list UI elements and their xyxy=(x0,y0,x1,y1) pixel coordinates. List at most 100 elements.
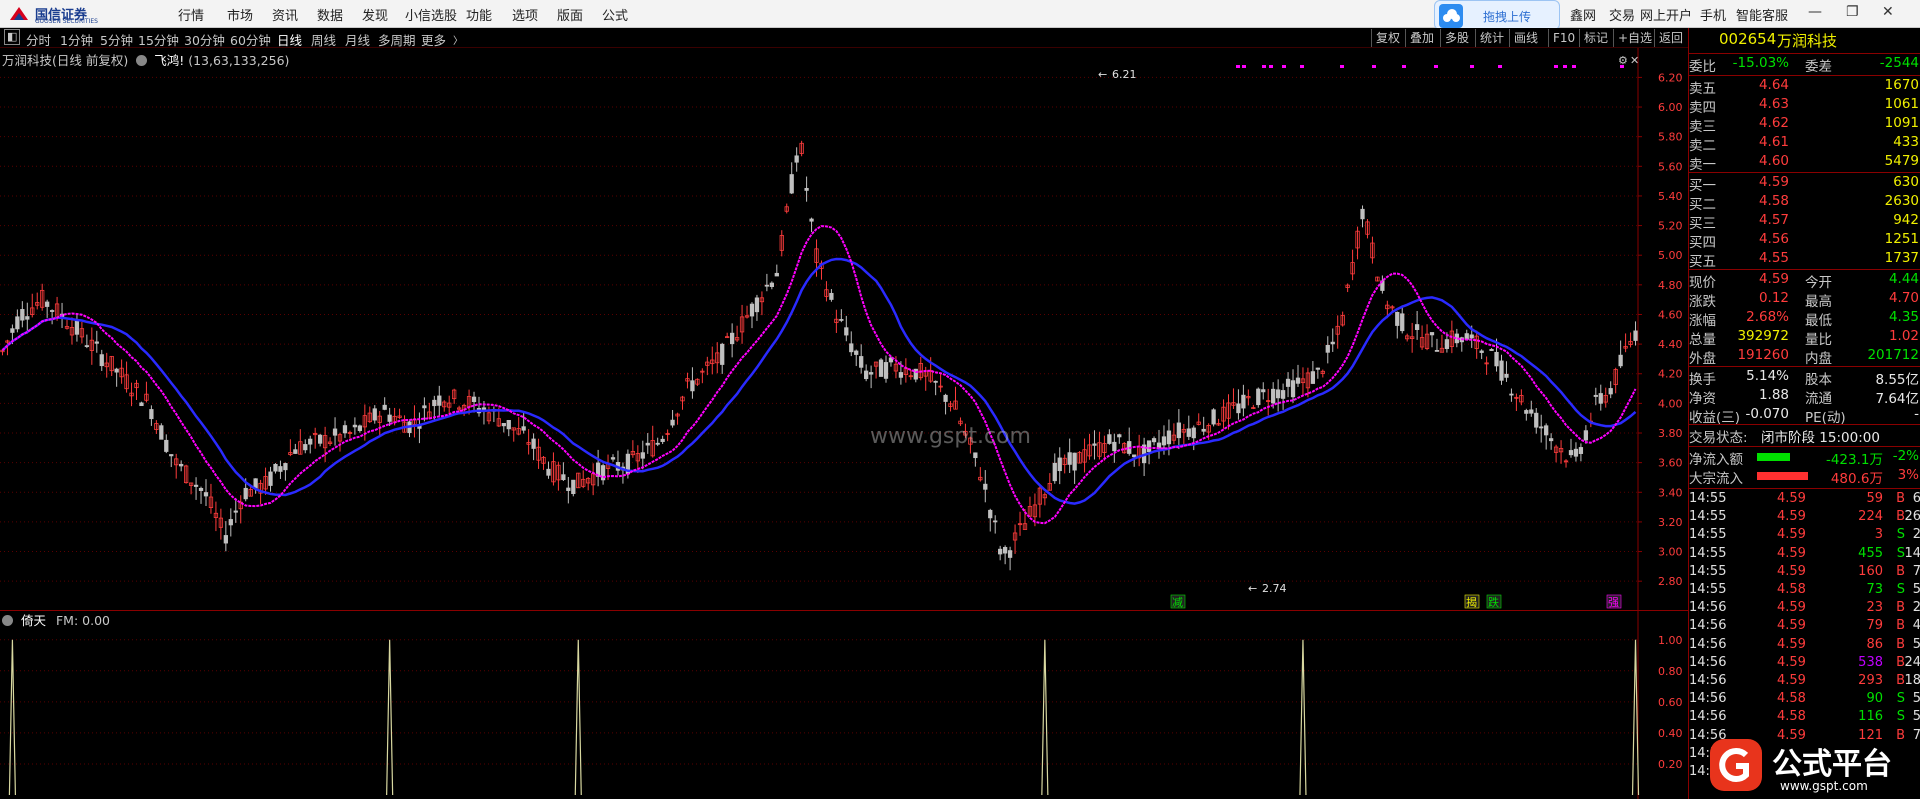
menu-item-3[interactable]: 数据 xyxy=(317,5,343,24)
event-label[interactable]: 跌 xyxy=(1488,595,1499,609)
tick-count: 14 xyxy=(1904,545,1920,561)
indicator-name[interactable]: 飞鸿! xyxy=(154,53,184,68)
tick-time: 14:56 xyxy=(1689,709,1727,725)
menu-item-8[interactable]: 版面 xyxy=(557,5,583,24)
main-panel-title: 万润科技(日线 前复权) xyxy=(2,53,129,68)
signal-spike xyxy=(386,639,394,796)
stat-value: 201712 xyxy=(1867,347,1919,363)
bid-label: 买三 xyxy=(1689,216,1716,232)
candle-body xyxy=(278,466,283,472)
candle-body xyxy=(1325,344,1330,353)
period-tab-7[interactable]: 周线 xyxy=(311,30,336,49)
indicator-sub-panel[interactable]: 1.00 0.80 0.60 0.40 0.20 倚天 FM: 0.00 xyxy=(0,610,1688,799)
event-label[interactable]: 揭 xyxy=(1466,595,1477,609)
event-label[interactable]: 强 xyxy=(1608,596,1619,609)
menu-right-item-0[interactable]: 鑫网 xyxy=(1570,5,1596,24)
tick-price: 4.59 xyxy=(1777,673,1806,688)
indicator-settings-icon[interactable] xyxy=(136,55,148,66)
toolbar-button-1[interactable]: 叠加 xyxy=(1405,29,1438,47)
panel-toggle-icon[interactable]: ◧ xyxy=(4,29,21,45)
menu-item-6[interactable]: 功能 xyxy=(466,5,492,24)
tick-time: 14:56 xyxy=(1689,654,1727,670)
sub-tick-label: 0.20 xyxy=(1658,758,1683,771)
toolbar-button-3[interactable]: 统计 xyxy=(1475,29,1508,47)
tick-volume: 455 xyxy=(1858,545,1883,561)
menu-item-5[interactable]: 小信选股 xyxy=(405,5,457,24)
stat-value: 2.68% xyxy=(1746,309,1789,325)
menu-item-2[interactable]: 资讯 xyxy=(272,5,298,24)
candle-body xyxy=(25,316,30,320)
settings-icon[interactable]: ⚙ xyxy=(1618,54,1628,67)
menu-right-item-4[interactable]: 智能客服 xyxy=(1736,5,1788,24)
toolbar-button-5[interactable]: F10 xyxy=(1548,29,1579,47)
period-tab-1[interactable]: 1分钟 xyxy=(60,30,93,49)
menu-right-item-1[interactable]: 交易 xyxy=(1609,5,1635,24)
tick-row: 14:55 4.59 3 S 2 xyxy=(1689,527,1920,545)
toolbar-button-2[interactable]: 多股 xyxy=(1440,29,1473,47)
period-tab-8[interactable]: 月线 xyxy=(345,30,370,49)
candle-body xyxy=(1191,427,1196,439)
tick-volume: 23 xyxy=(1866,600,1883,616)
toolbar-button-6[interactable]: 标记 xyxy=(1579,29,1612,47)
toolbar-button-0[interactable]: 复权 xyxy=(1371,29,1404,47)
kline-chart-panel[interactable]: 万润科技(日线 前复权) 飞鸿! (13,63,133,256) 6.20 6.0… xyxy=(0,48,1688,610)
candle-body xyxy=(794,155,799,163)
menu-right-item-2[interactable]: 网上开户 xyxy=(1640,5,1692,24)
close-panel-icon[interactable]: ✕ xyxy=(1630,54,1639,67)
candle-body xyxy=(387,414,392,422)
chevron-right-icon[interactable]: 〉 xyxy=(453,32,463,47)
candle-body xyxy=(973,452,978,459)
period-tab-4[interactable]: 30分钟 xyxy=(184,30,225,49)
event-label[interactable]: 减 xyxy=(1172,596,1183,609)
ma-line-blue xyxy=(1,257,1637,505)
flow-bar xyxy=(1757,472,1808,480)
period-tab-2[interactable]: 5分钟 xyxy=(100,30,133,49)
tick-volume: 538 xyxy=(1858,654,1883,670)
candle-body xyxy=(1400,313,1405,332)
bid-price: 4.58 xyxy=(1758,193,1789,209)
period-tab-3[interactable]: 15分钟 xyxy=(138,30,179,49)
main-panel-header: 万润科技(日线 前复权) 飞鸿! (13,63,133,256) xyxy=(2,50,289,69)
candle-body xyxy=(898,372,904,378)
candle-body xyxy=(993,520,998,523)
sub-indicator-settings-icon[interactable] xyxy=(2,615,13,626)
restore-icon[interactable]: ❐ xyxy=(1846,4,1859,20)
fund-label: 流通 xyxy=(1805,391,1832,407)
stat-value: 392972 xyxy=(1737,328,1789,344)
period-tab-6[interactable]: 日线 xyxy=(277,30,302,49)
stat-row-3: 总量 392972 量比 1.02 xyxy=(1689,328,1920,348)
menu-item-0[interactable]: 行情 xyxy=(178,5,204,24)
sub-indicator-chart: 1.00 0.80 0.60 0.40 0.20 xyxy=(0,610,1688,799)
tick-price: 4.58 xyxy=(1777,582,1806,597)
fund-row-0: 换手 5.14% 股本 8.55亿 xyxy=(1689,368,1920,388)
menu-item-9[interactable]: 公式 xyxy=(602,5,628,24)
close-icon[interactable]: ✕ xyxy=(1882,4,1894,20)
candle-body xyxy=(233,510,238,513)
menu-right-item-3[interactable]: 手机 xyxy=(1700,5,1726,24)
tick-row: 14:56 4.58 116 S 5 xyxy=(1689,709,1920,727)
sub-indicator-name[interactable]: 倚天 xyxy=(21,613,46,628)
menu-item-4[interactable]: 发现 xyxy=(362,5,388,24)
period-tab-0[interactable]: 分时 xyxy=(26,30,51,49)
price-tick-label: 3.40 xyxy=(1658,486,1683,499)
candle-body xyxy=(1479,350,1484,353)
candle-body xyxy=(610,457,616,460)
toolbar-button-4[interactable]: 画线 xyxy=(1509,29,1542,47)
minimize-icon[interactable]: — xyxy=(1808,4,1822,20)
price-tick-label: 3.60 xyxy=(1658,457,1683,470)
toolbar-button-8[interactable]: 返回 xyxy=(1654,29,1687,47)
menu-item-1[interactable]: 市场 xyxy=(227,5,253,24)
drag-upload-button[interactable]: 拖拽上传 xyxy=(1434,0,1560,30)
candle-body xyxy=(1002,547,1008,554)
candle-body xyxy=(1161,436,1167,446)
candle-body xyxy=(943,394,948,402)
period-tab-5[interactable]: 60分钟 xyxy=(230,30,271,49)
tick-count: 6 xyxy=(1912,491,1920,506)
toolbar-button-7[interactable]: +自选 xyxy=(1613,29,1656,47)
menu-item-7[interactable]: 选项 xyxy=(512,5,538,24)
sub-indicator-params: FM: 0.00 xyxy=(55,613,110,628)
stat-value: 4.44 xyxy=(1888,271,1919,287)
period-tab-10[interactable]: 更多 xyxy=(421,30,446,49)
period-tab-9[interactable]: 多周期 xyxy=(378,30,416,49)
candle-body xyxy=(273,463,278,472)
